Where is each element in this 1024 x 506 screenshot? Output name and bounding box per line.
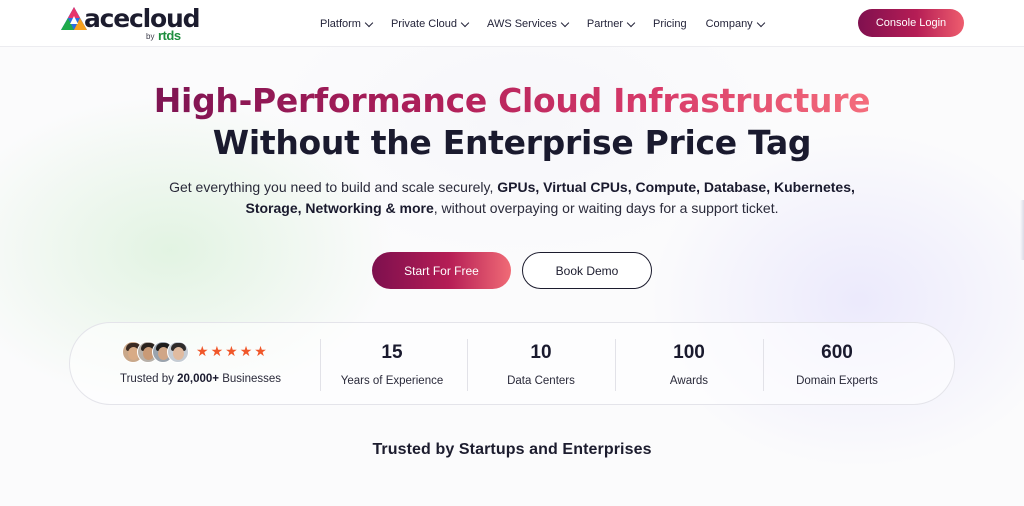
star-icon: ★ bbox=[239, 344, 253, 360]
chevron-down-icon bbox=[364, 18, 374, 27]
nav-item-platform[interactable]: Platform bbox=[320, 15, 374, 33]
nav-item-aws-services[interactable]: AWS Services bbox=[487, 15, 570, 33]
trusted-section-title: Trusted by Startups and Enterprises bbox=[372, 441, 652, 458]
nav-item-private-cloud[interactable]: Private Cloud bbox=[390, 15, 470, 33]
stat-divider bbox=[615, 339, 616, 391]
trusted-by-text: Trusted by 20,000+ Businesses bbox=[120, 373, 281, 385]
stat-label: Years of Experience bbox=[340, 375, 444, 387]
rating-stars: ★ ★ ★ ★ ★ bbox=[196, 345, 269, 359]
star-icon: ★ bbox=[225, 344, 238, 360]
trust-block: ★ ★ ★ ★ ★ Trusted by 20,000+ Businesses bbox=[120, 341, 320, 391]
stat-label: Data Centers bbox=[507, 375, 575, 387]
stats-bar: ★ ★ ★ ★ ★ Trusted by 20,000+ Businesses … bbox=[69, 322, 955, 405]
console-login-button[interactable]: Console Login bbox=[858, 9, 964, 37]
nav-item-label: Company bbox=[705, 18, 753, 30]
logo-wordmark: acecloud bbox=[84, 4, 201, 33]
stat-label: Domain Experts bbox=[796, 375, 878, 387]
stat-value: 10 bbox=[530, 342, 552, 363]
hero-title-gradient-text: High-Performance Cloud Infrastructure bbox=[153, 81, 871, 120]
hero-title-line-1: High-Performance Cloud Infrastructure bbox=[0, 80, 1024, 122]
nav-item-company[interactable]: Company bbox=[705, 15, 765, 33]
nav-item-label: Private Cloud bbox=[390, 18, 458, 30]
hero-subtitle-end: , without overpaying or waiting days for… bbox=[433, 200, 779, 216]
hero-title-line-2: Without the Enterprise Price Tag bbox=[212, 123, 812, 162]
stat-value: 600 bbox=[821, 342, 853, 363]
chevron-down-icon bbox=[756, 18, 765, 27]
stat-domain-experts: 600 Domain Experts bbox=[767, 341, 907, 387]
stat-value: 100 bbox=[673, 342, 705, 363]
book-demo-button[interactable]: Book Demo bbox=[522, 252, 652, 289]
trusted-by-prefix: Trusted by bbox=[120, 373, 178, 385]
stat-value: 15 bbox=[381, 342, 403, 363]
logo-parent-brand: rtds bbox=[158, 28, 181, 43]
chevron-down-icon bbox=[460, 18, 470, 27]
chevron-down-icon bbox=[626, 18, 636, 27]
start-for-free-button[interactable]: Start For Free bbox=[372, 252, 511, 289]
trusted-by-suffix: Businesses bbox=[219, 373, 282, 385]
acecloud-logo[interactable]: acecloud by rtds bbox=[60, 4, 201, 44]
page-edge-shadow bbox=[1020, 200, 1024, 260]
hero-subtitle: Get everything you need to build and sca… bbox=[140, 177, 884, 219]
stat-divider bbox=[467, 339, 468, 391]
nav-item-partner[interactable]: Partner bbox=[586, 15, 636, 33]
chevron-down-icon bbox=[560, 18, 570, 27]
stat-label: Awards bbox=[669, 375, 709, 387]
avatar bbox=[167, 341, 189, 363]
stat-data-centers: 10 Data Centers bbox=[471, 341, 611, 387]
business-count: 20,000+ bbox=[177, 373, 219, 385]
nav-item-pricing[interactable]: Pricing bbox=[653, 15, 687, 33]
star-icon: ★ bbox=[210, 344, 224, 360]
nav-item-label: AWS Services bbox=[487, 18, 557, 30]
main-nav: Platform Private Cloud AWS Services Part… bbox=[320, 15, 783, 33]
star-icon: ★ bbox=[254, 344, 267, 360]
stat-divider bbox=[763, 339, 764, 391]
stat-years: 15 Years of Experience bbox=[322, 341, 462, 387]
logo-by-text: by bbox=[146, 32, 155, 41]
stat-awards: 100 Awards bbox=[619, 341, 759, 387]
nav-item-label: Platform bbox=[320, 18, 361, 30]
star-icon: ★ bbox=[196, 344, 209, 360]
hero-subtitle-start: Get everything you need to build and sca… bbox=[169, 179, 498, 195]
nav-item-label: Pricing bbox=[652, 18, 687, 30]
site-header: acecloud by rtds Platform Private Cloud … bbox=[0, 0, 1024, 47]
nav-item-label: Partner bbox=[586, 18, 623, 30]
customer-avatars bbox=[122, 341, 194, 365]
stat-divider bbox=[320, 339, 321, 391]
